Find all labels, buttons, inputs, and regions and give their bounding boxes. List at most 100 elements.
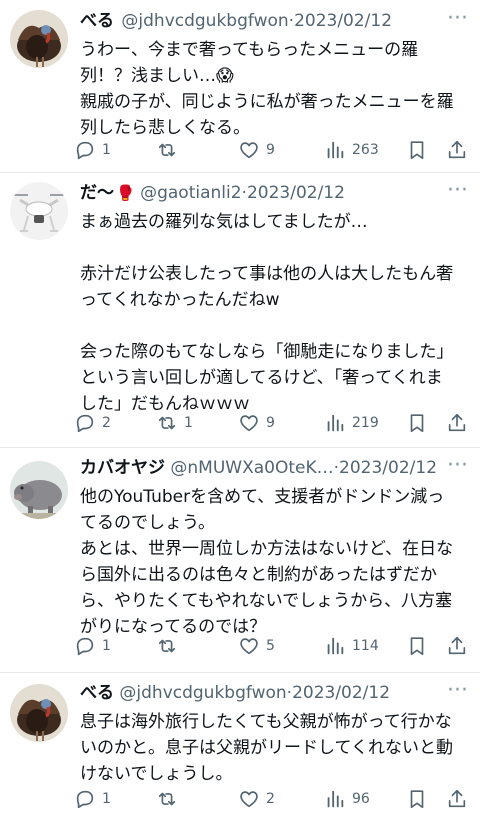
- like-button[interactable]: 2: [238, 786, 275, 812]
- share-button[interactable]: [446, 410, 468, 436]
- more-options-icon[interactable]: ···: [447, 180, 468, 202]
- action-bar: 2 1 9 219: [74, 410, 474, 436]
- views-button[interactable]: 219: [324, 410, 379, 436]
- tweet-text: 他のYouTuberを含めて、支援者がドンドン減っ てるのでしょう。 あとは、世…: [80, 484, 466, 640]
- bookmark-button[interactable]: [406, 786, 428, 812]
- reply-icon: [74, 139, 96, 161]
- timestamp[interactable]: 2023/02/12: [247, 183, 345, 203]
- reply-button[interactable]: 1: [74, 137, 111, 163]
- timestamp[interactable]: 2023/02/12: [339, 458, 437, 478]
- tweet-text: うわー、今まで奢ってもらったメニューの羅 列！？浅ましい…😱 親戚の子が、同じよ…: [80, 37, 466, 141]
- bookmark-icon: [406, 139, 428, 161]
- bookmark-icon: [406, 412, 428, 434]
- reply-count: 2: [102, 415, 111, 431]
- views-button[interactable]: 263: [324, 137, 379, 163]
- like-count: 5: [266, 638, 275, 654]
- action-bar: 1 5 114: [74, 633, 474, 659]
- text-line: [80, 313, 466, 339]
- like-count: 2: [266, 791, 275, 807]
- timestamp[interactable]: 2023/02/12: [294, 11, 392, 31]
- display-name[interactable]: カバオヤジ: [80, 458, 165, 478]
- action-bar: 1 2 96: [74, 786, 474, 812]
- views-icon: [324, 635, 346, 657]
- retweet-button[interactable]: [156, 786, 184, 812]
- tweet-feed: べる @jdhvcdgukbgfwon·2023/02/12 ··· うわー、今…: [0, 0, 480, 822]
- view-count: 114: [352, 638, 379, 654]
- retweet-button[interactable]: [156, 137, 184, 163]
- tweet[interactable]: べる @jdhvcdgukbgfwon·2023/02/12 ··· 息子は海外…: [0, 672, 480, 822]
- user-handle[interactable]: @jdhvcdgukbgfwon: [119, 683, 286, 703]
- like-icon: [238, 788, 260, 810]
- share-button[interactable]: [446, 633, 468, 659]
- more-options-icon[interactable]: ···: [447, 680, 468, 702]
- reply-count: 1: [102, 142, 111, 158]
- more-options-icon[interactable]: ···: [447, 8, 468, 30]
- text-line: あとは、世界一周位しか方法はないけど、在日な: [80, 539, 454, 559]
- views-icon: [324, 412, 346, 434]
- timestamp[interactable]: 2023/02/12: [292, 683, 390, 703]
- text-line: 列！？浅ましい…😱: [80, 66, 234, 86]
- like-button[interactable]: 9: [238, 137, 275, 163]
- share-button[interactable]: [446, 786, 468, 812]
- hippo-avatar-icon[interactable]: [10, 461, 68, 519]
- text-line: 親戚の子が、同じように私が奢ったメニューを羅: [80, 92, 454, 112]
- reply-icon: [74, 635, 96, 657]
- like-icon: [238, 412, 260, 434]
- text-line: まぁ過去の羅列な気はしてましたが…: [80, 212, 368, 232]
- share-icon: [446, 635, 468, 657]
- user-handle[interactable]: @nMUWXa0OteK…: [170, 458, 333, 478]
- text-line: 赤汁だけ公表したって事は他の人は大したもん奢: [80, 264, 454, 284]
- retweet-icon: [156, 635, 178, 657]
- retweet-icon: [156, 139, 178, 161]
- bookmark-button[interactable]: [406, 410, 428, 436]
- reply-button[interactable]: 2: [74, 410, 111, 436]
- reply-button[interactable]: 1: [74, 633, 111, 659]
- reply-icon: [74, 788, 96, 810]
- retweet-button[interactable]: [156, 633, 184, 659]
- reply-count: 1: [102, 791, 111, 807]
- drone-avatar-icon[interactable]: [10, 182, 68, 240]
- more-options-icon[interactable]: ···: [447, 455, 468, 477]
- display-name[interactable]: べる: [80, 11, 114, 31]
- text-line: 会った際のもてなしなら「御馳走になりました」: [80, 342, 454, 362]
- text-line: という言い回しが適してるけど、「奢ってくれま: [80, 368, 443, 388]
- view-count: 96: [352, 791, 370, 807]
- retweet-icon: [156, 412, 178, 434]
- turkey-avatar-icon[interactable]: [10, 10, 68, 68]
- user-handle[interactable]: @gaotianli2: [140, 183, 241, 203]
- tweet[interactable]: べる @jdhvcdgukbgfwon·2023/02/12 ··· うわー、今…: [0, 0, 480, 173]
- bookmark-button[interactable]: [406, 633, 428, 659]
- retweet-count: 1: [184, 415, 193, 431]
- text-line: うわー、今まで奢ってもらったメニューの羅: [80, 40, 419, 60]
- reply-count: 1: [102, 638, 111, 654]
- like-button[interactable]: 5: [238, 633, 275, 659]
- text-line: ら、やりたくてもやれないでしょうから、八方塞: [80, 591, 453, 611]
- display-name[interactable]: だ〜: [80, 183, 114, 203]
- text-line: てるのでしょう。: [80, 513, 215, 533]
- share-icon: [446, 788, 468, 810]
- views-icon: [324, 139, 346, 161]
- share-icon: [446, 139, 468, 161]
- retweet-icon: [156, 788, 178, 810]
- tweet-header: べる @jdhvcdgukbgfwon·2023/02/12: [80, 682, 450, 704]
- views-button[interactable]: 114: [324, 633, 379, 659]
- bookmark-button[interactable]: [406, 137, 428, 163]
- view-count: 219: [352, 415, 379, 431]
- text-line: いのかと。息子は父親がリードしてくれないと動: [80, 738, 453, 758]
- bookmark-icon: [406, 788, 428, 810]
- tweet-header: カバオヤジ @nMUWXa0OteK…·2023/02/12: [80, 457, 450, 479]
- user-handle[interactable]: @jdhvcdgukbgfwon: [121, 11, 288, 31]
- tweet[interactable]: カバオヤジ @nMUWXa0OteK…·2023/02/12 ··· 他のYou…: [0, 447, 480, 673]
- display-name[interactable]: べる: [80, 683, 114, 703]
- text-line: 他のYouTuberを含めて、支援者がドンドン減っ: [80, 487, 445, 507]
- tweet-text: 息子は海外旅行したくても父親が怖がって行かな いのかと。息子は父親がリードしてく…: [80, 709, 466, 787]
- tweet[interactable]: だ〜 🥊 @gaotianli2·2023/02/12 ··· まぁ過去の羅列な気…: [0, 172, 480, 448]
- text-line: [80, 235, 466, 261]
- share-button[interactable]: [446, 137, 468, 163]
- tweet-text: まぁ過去の羅列な気はしてましたが… 赤汁だけ公表したって事は他の人は大したもん奢…: [80, 209, 466, 417]
- turkey-avatar-icon[interactable]: [10, 684, 68, 742]
- views-button[interactable]: 96: [324, 786, 370, 812]
- like-button[interactable]: 9: [238, 410, 275, 436]
- reply-button[interactable]: 1: [74, 786, 111, 812]
- retweet-button[interactable]: 1: [156, 410, 193, 436]
